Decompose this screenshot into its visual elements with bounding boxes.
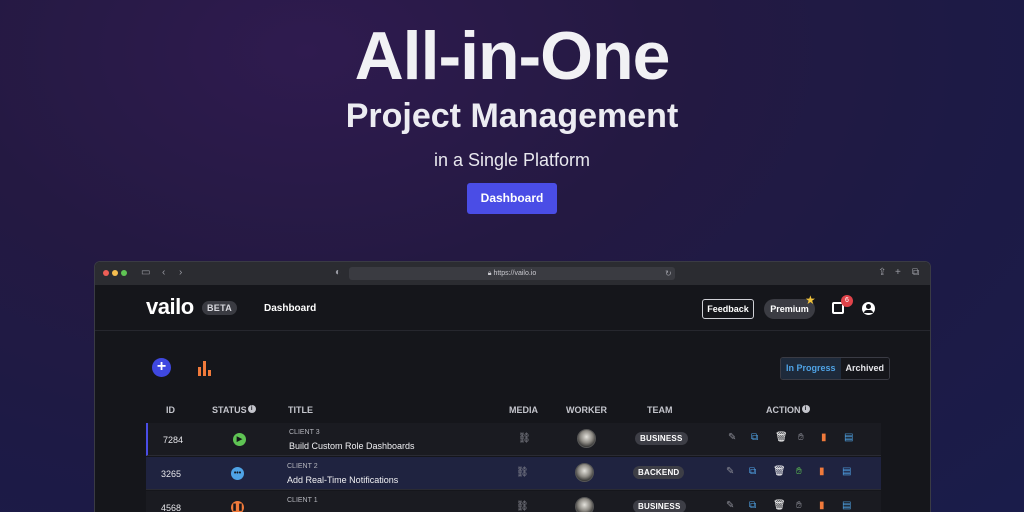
- copy-icon[interactable]: ⧉: [749, 500, 756, 512]
- app-header: vailo BETA Dashboard Feedback Premium ★ …: [95, 285, 930, 331]
- app-logo[interactable]: vailo: [146, 294, 194, 320]
- shield-icon[interactable]: ◐: [335, 267, 341, 279]
- address-bar[interactable]: 🔒︎ https://vailo.io: [349, 267, 675, 280]
- approve-icon[interactable]: ✋︎: [796, 466, 802, 478]
- delete-icon[interactable]: 🗑︎: [775, 432, 788, 444]
- approve-icon[interactable]: ✋︎: [796, 500, 802, 512]
- info-icon[interactable]: i: [801, 405, 810, 413]
- link-icon[interactable]: ⛓: [516, 467, 529, 478]
- row-client: CLIENT 2: [287, 463, 318, 470]
- bar-chart-icon[interactable]: [198, 361, 213, 376]
- hero-subtitle: Project Management: [345, 97, 679, 135]
- row-id: 4568: [161, 503, 182, 512]
- sidebar-toggle-icon[interactable]: ▭: [141, 267, 150, 279]
- team-badge: BACKEND: [633, 466, 685, 479]
- col-action-label: ACTION: [766, 405, 801, 415]
- reload-icon[interactable]: ↻: [665, 268, 672, 280]
- table-row[interactable]: 7284 ▶ CLIENT 3 Build Custom Role Dashboard…: [146, 423, 881, 456]
- status-pause-icon[interactable]: ❚❚: [231, 501, 244, 512]
- stats-icon[interactable]: ▮: [821, 432, 827, 444]
- worker-avatar[interactable]: [577, 429, 596, 448]
- document-icon[interactable]: ▤: [842, 500, 851, 512]
- document-icon[interactable]: ▤: [844, 432, 853, 444]
- status-more-icon[interactable]: •••: [231, 467, 244, 480]
- row-id: 7284: [163, 435, 184, 445]
- table-row[interactable]: 4568 ❚❚ CLIENT 1 ⛓ BUSINESS ✎ ⧉ 🗑︎ ✋︎ ▮ ▤: [146, 491, 881, 512]
- feedback-button[interactable]: Feedback: [702, 299, 754, 319]
- share-icon[interactable]: ⇪: [878, 267, 886, 279]
- col-status-label: STATUS: [212, 405, 247, 415]
- worker-avatar[interactable]: [575, 463, 594, 482]
- status-play-icon[interactable]: ▶: [233, 433, 246, 446]
- table-row[interactable]: 3265 ••• CLIENT 2 Add Real-Time Notificatio…: [146, 457, 881, 490]
- team-badge: BUSINESS: [633, 500, 686, 512]
- col-action[interactable]: ACTION i: [766, 405, 810, 415]
- address-bar-url: https://vailo.io: [493, 270, 537, 277]
- approve-icon[interactable]: ✋︎: [798, 432, 804, 444]
- star-icon: ★: [805, 293, 816, 307]
- row-id: 3265: [161, 469, 182, 479]
- new-tab-icon[interactable]: +: [895, 267, 901, 279]
- stats-icon[interactable]: ▮: [819, 500, 825, 512]
- stats-icon[interactable]: ▮: [819, 466, 825, 478]
- col-team[interactable]: TEAM: [647, 405, 673, 415]
- status-filter-toggle: In Progress Archived: [780, 357, 891, 380]
- table-header: ID STATUS i TITLE MEDIA WORKER TEAM ACTIO…: [95, 405, 930, 419]
- team-badge: BUSINESS: [635, 432, 688, 445]
- row-title[interactable]: Add Real-Time Notifications: [287, 475, 398, 485]
- forward-icon[interactable]: ›: [179, 267, 182, 279]
- beta-badge: BETA: [202, 301, 238, 315]
- col-status[interactable]: STATUS i: [212, 405, 256, 415]
- link-icon[interactable]: ⛓: [518, 433, 531, 444]
- row-title[interactable]: Build Custom Role Dashboards: [289, 441, 415, 451]
- delete-icon[interactable]: 🗑︎: [773, 500, 786, 512]
- col-media[interactable]: MEDIA: [509, 405, 538, 415]
- copy-icon[interactable]: ⧉: [749, 466, 756, 478]
- close-window-button[interactable]: [103, 270, 109, 276]
- row-client: CLIENT 3: [289, 429, 320, 436]
- edit-icon[interactable]: ✎: [728, 432, 736, 444]
- browser-chrome: ▭ ‹ › ◐ 🔒︎ https://vailo.io ↻ ⇪ + ⧉: [95, 262, 930, 285]
- hero-tagline: in a Single Platform: [433, 150, 591, 170]
- row-client: CLIENT 1: [287, 497, 318, 504]
- nav-dashboard-link[interactable]: Dashboard: [264, 303, 316, 314]
- minimize-window-button[interactable]: [112, 270, 118, 276]
- copy-icon[interactable]: ⧉: [751, 432, 758, 444]
- browser-window: ▭ ‹ › ◐ 🔒︎ https://vailo.io ↻ ⇪ + ⧉ vail…: [95, 262, 930, 512]
- filter-archived[interactable]: Archived: [840, 358, 890, 379]
- dashboard-cta-button[interactable]: Dashboard: [467, 183, 557, 214]
- delete-icon[interactable]: 🗑︎: [773, 466, 786, 478]
- notification-count-badge: 6: [841, 295, 853, 307]
- worker-avatar[interactable]: [575, 497, 594, 512]
- link-icon[interactable]: ⛓: [516, 501, 529, 512]
- edit-icon[interactable]: ✎: [726, 500, 734, 512]
- maximize-window-button[interactable]: [121, 270, 127, 276]
- tabs-overview-icon[interactable]: ⧉: [912, 267, 919, 279]
- info-icon[interactable]: i: [247, 405, 256, 413]
- col-worker[interactable]: WORKER: [566, 405, 607, 415]
- filter-in-progress[interactable]: In Progress: [781, 358, 841, 379]
- document-icon[interactable]: ▤: [842, 466, 851, 478]
- col-id[interactable]: ID: [166, 405, 175, 415]
- add-project-button[interactable]: +: [152, 358, 171, 377]
- user-account-icon[interactable]: [862, 302, 875, 315]
- lock-icon: 🔒︎: [487, 270, 492, 277]
- back-icon[interactable]: ‹: [162, 267, 165, 279]
- edit-icon[interactable]: ✎: [726, 466, 734, 478]
- col-title[interactable]: TITLE: [288, 405, 313, 415]
- hero-title: All-in-One: [354, 18, 671, 94]
